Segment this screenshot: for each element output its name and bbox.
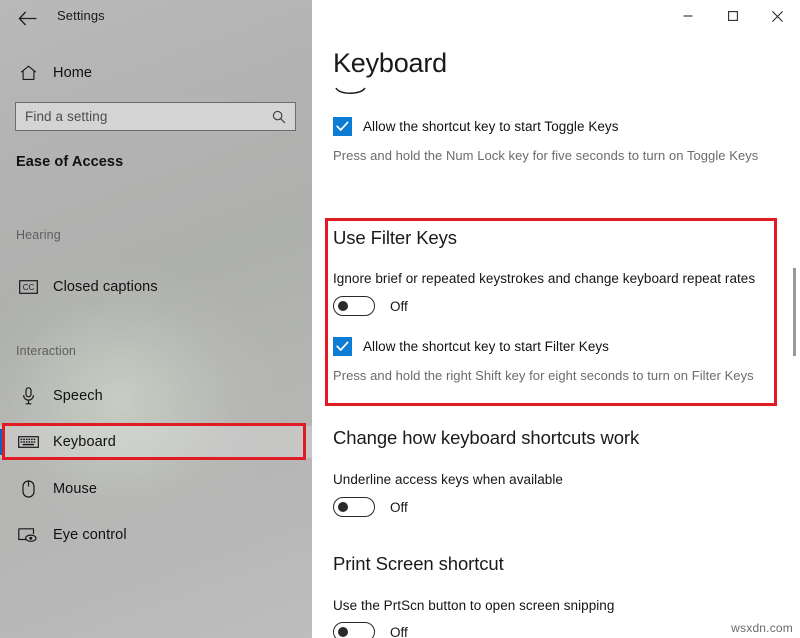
back-arrow-icon[interactable]	[14, 6, 40, 30]
sidebar-item-closed-captions[interactable]: CC Closed captions	[0, 271, 312, 303]
filter-keys-toggle-state: Off	[390, 299, 408, 314]
search-icon[interactable]	[272, 110, 286, 124]
sidebar-item-home-label: Home	[53, 65, 92, 81]
microphone-icon	[17, 386, 39, 406]
shortcuts-heading: Change how keyboard shortcuts work	[333, 427, 639, 449]
toggle-keys-hint: Press and hold the Num Lock key for five…	[333, 146, 763, 165]
sidebar-titlebar: Settings	[0, 0, 312, 36]
toggle-knob	[338, 301, 348, 311]
watermark: wsxdn.com	[731, 621, 793, 635]
selection-indicator	[0, 429, 3, 455]
filter-keys-toggle[interactable]	[333, 296, 375, 316]
sidebar: Settings Home Find a setting Ease of Acc…	[0, 0, 312, 638]
sidebar-title: Settings	[57, 8, 105, 23]
sidebar-item-keyboard-label: Keyboard	[53, 434, 116, 450]
eye-control-icon	[17, 525, 39, 545]
minimize-icon[interactable]	[665, 0, 710, 32]
underline-access-keys-toggle[interactable]	[333, 497, 375, 517]
window-controls	[665, 0, 800, 32]
sidebar-item-speech[interactable]: Speech	[0, 380, 312, 412]
toggle-keys-shortcut-checkbox[interactable]	[333, 117, 352, 136]
sidebar-item-mouse[interactable]: Mouse	[0, 473, 312, 505]
sidebar-item-home[interactable]: Home	[0, 56, 312, 90]
svg-text:CC: CC	[22, 283, 34, 292]
sidebar-item-eye-control-label: Eye control	[53, 527, 127, 543]
filter-keys-heading: Use Filter Keys	[333, 227, 457, 249]
sidebar-item-mouse-label: Mouse	[53, 481, 97, 497]
filter-keys-shortcut-label: Allow the shortcut key to start Filter K…	[363, 337, 609, 356]
toggle-knob	[338, 627, 348, 637]
main-content: Keyboard Allow the shortcut key to start…	[312, 0, 800, 638]
home-icon	[16, 62, 40, 84]
close-icon[interactable]	[755, 0, 800, 32]
scrollbar[interactable]	[790, 36, 797, 634]
filter-keys-shortcut-checkbox[interactable]	[333, 337, 352, 356]
search-input[interactable]: Find a setting	[15, 102, 296, 131]
filter-keys-toggle-row[interactable]: Off	[333, 296, 408, 316]
mouse-icon	[17, 479, 39, 499]
toggle-keys-shortcut-checkbox-row[interactable]: Allow the shortcut key to start Toggle K…	[333, 117, 783, 136]
sidebar-item-keyboard[interactable]: Keyboard	[0, 426, 312, 458]
shortcuts-toggle-row[interactable]: Off	[333, 497, 408, 517]
print-screen-heading: Print Screen shortcut	[333, 553, 504, 575]
sidebar-item-eye-control[interactable]: Eye control	[0, 519, 312, 551]
shortcuts-description: Underline access keys when available	[333, 472, 563, 487]
page-section-title: Ease of Access	[16, 154, 123, 170]
settings-window: Settings Home Find a setting Ease of Acc…	[0, 0, 800, 638]
print-screen-description: Use the PrtScn button to open screen sni…	[333, 598, 614, 613]
toggle-keys-shortcut-label: Allow the shortcut key to start Toggle K…	[363, 117, 619, 136]
toggle-knob	[338, 502, 348, 512]
print-screen-toggle-row[interactable]: Off	[333, 622, 408, 638]
print-screen-toggle-state: Off	[390, 625, 408, 638]
sidebar-group-interaction: Interaction	[16, 344, 76, 358]
page-title-clipped-descender	[334, 86, 374, 98]
maximize-icon[interactable]	[710, 0, 755, 32]
sidebar-group-hearing: Hearing	[16, 228, 61, 242]
filter-keys-shortcut-checkbox-row[interactable]: Allow the shortcut key to start Filter K…	[333, 337, 773, 356]
print-screen-toggle[interactable]	[333, 622, 375, 638]
keyboard-icon	[17, 432, 39, 452]
shortcuts-toggle-state: Off	[390, 500, 408, 515]
sidebar-item-speech-label: Speech	[53, 388, 103, 404]
sidebar-item-closed-captions-label: Closed captions	[53, 279, 158, 295]
filter-keys-description: Ignore brief or repeated keystrokes and …	[333, 271, 755, 286]
closed-captions-icon: CC	[17, 277, 39, 297]
filter-keys-hint: Press and hold the right Shift key for e…	[333, 366, 788, 385]
page-title: Keyboard	[333, 48, 447, 79]
search-placeholder: Find a setting	[25, 109, 272, 124]
scrollbar-thumb[interactable]	[793, 268, 796, 356]
